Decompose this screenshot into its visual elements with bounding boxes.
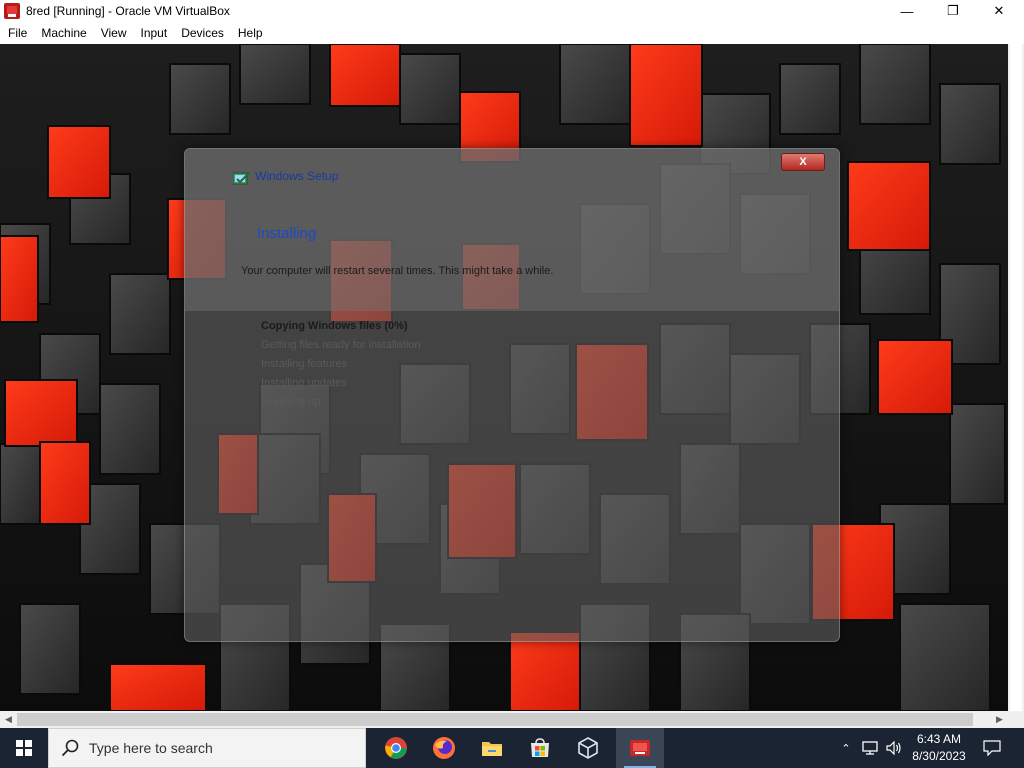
menu-view[interactable]: View: [94, 22, 134, 44]
taskbar-chrome[interactable]: [372, 728, 420, 768]
windows-setup-dialog: Windows Setup X Installing Your computer…: [184, 148, 840, 642]
setup-logo-icon: [233, 171, 251, 185]
window-title: 8red [Running] - Oracle VM VirtualBox: [26, 4, 230, 18]
setup-title: Windows Setup: [255, 169, 339, 183]
horizontal-scroll-thumb[interactable]: [17, 713, 973, 726]
chrome-icon: [385, 737, 407, 759]
search-icon: [61, 739, 79, 757]
notification-center[interactable]: [980, 728, 1004, 768]
taskbar-virtualbox-vm[interactable]: [616, 728, 664, 768]
microsoft-store-icon: [531, 738, 549, 757]
vertical-scroll-thumb[interactable]: [1010, 44, 1022, 711]
step-finishing: Finishing up: [261, 396, 321, 408]
windows-logo-icon: [16, 740, 32, 756]
step-features: Installing features: [261, 358, 348, 370]
vm-display[interactable]: Windows Setup X Installing Your computer…: [0, 44, 1008, 711]
taskbar-virtualbox[interactable]: [564, 728, 612, 768]
setup-close-button[interactable]: X: [781, 153, 825, 171]
volume-icon[interactable]: [884, 728, 904, 768]
scroll-right-icon[interactable]: ▶: [991, 711, 1008, 728]
step-getting-ready: Getting files ready for installation: [261, 339, 421, 351]
scroll-left-icon[interactable]: ◀: [0, 711, 17, 728]
clock-time: 6:43 AM: [916, 732, 962, 746]
virtualbox-app-icon: [4, 3, 20, 19]
search-placeholder: Type here to search: [89, 740, 213, 756]
menu-bar: File Machine View Input Devices Help: [0, 22, 1024, 44]
virtualbox-vm-icon: [630, 740, 650, 756]
menu-machine[interactable]: Machine: [34, 22, 93, 44]
clock-date: 8/30/2023: [912, 749, 966, 763]
clock[interactable]: 6:43 AM 8/30/2023: [906, 731, 972, 765]
step-copying: Copying Windows files (0%): [261, 320, 408, 332]
taskbar-store[interactable]: [516, 728, 564, 768]
taskbar-file-explorer[interactable]: [468, 728, 516, 768]
step-updates: Installing updates: [261, 377, 347, 389]
show-hidden-icons-icon[interactable]: ⌃: [838, 728, 854, 768]
file-explorer-icon: [482, 742, 502, 756]
menu-help[interactable]: Help: [231, 22, 270, 44]
menu-file[interactable]: File: [0, 22, 34, 44]
installing-heading: Installing: [257, 225, 317, 242]
start-button[interactable]: [0, 728, 48, 768]
taskbar: Type here to search ⌃ 6:43 AM 8/30/2023: [0, 728, 1024, 768]
menu-devices[interactable]: Devices: [174, 22, 231, 44]
menu-input[interactable]: Input: [134, 22, 175, 44]
horizontal-scrollbar[interactable]: ◀ ▶: [0, 711, 1008, 728]
title-bar: 8red [Running] - Oracle VM VirtualBox: [0, 0, 1024, 22]
restart-notice: Your computer will restart several times…: [241, 265, 554, 277]
minimize-button[interactable]: —: [884, 0, 930, 22]
taskbar-firefox[interactable]: [420, 728, 468, 768]
vertical-scrollbar[interactable]: [1008, 44, 1024, 728]
notification-icon: [983, 740, 1001, 756]
firefox-icon: [433, 737, 455, 759]
taskbar-search[interactable]: Type here to search: [48, 728, 366, 768]
maximize-button[interactable]: ❐: [930, 0, 976, 22]
virtualbox-icon: [578, 737, 598, 759]
install-steps: Copying Windows files (0%) Getting files…: [261, 317, 421, 412]
close-button[interactable]: ✕: [976, 0, 1022, 22]
network-icon[interactable]: [860, 728, 880, 768]
